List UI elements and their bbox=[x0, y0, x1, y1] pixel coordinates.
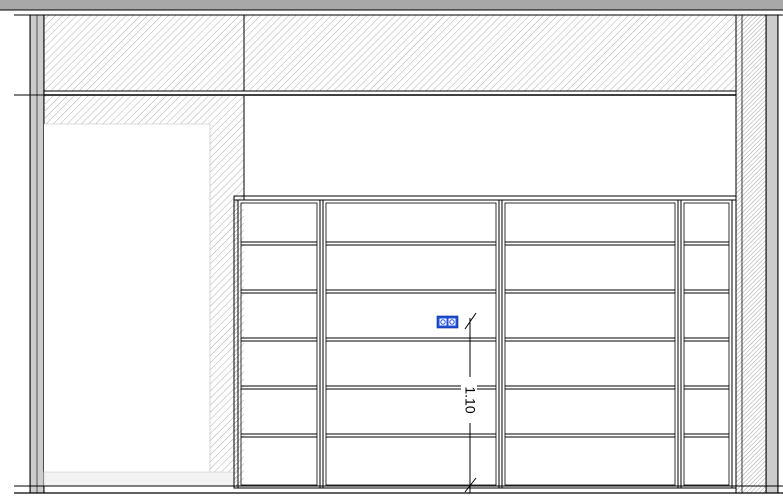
door-opening bbox=[44, 96, 245, 486]
shelf-board bbox=[684, 241, 729, 246]
shelf-column bbox=[680, 199, 733, 489]
left-wall-column bbox=[14, 14, 45, 494]
shelf-column bbox=[237, 199, 321, 489]
elevation-drawing: 1.10 bbox=[0, 0, 783, 494]
shelf-board bbox=[241, 241, 317, 246]
shelf-board bbox=[505, 433, 675, 438]
floor-line bbox=[14, 471, 783, 494]
dimension-handle-icon[interactable] bbox=[436, 315, 459, 329]
shelf-board bbox=[241, 433, 317, 438]
shelf-board bbox=[241, 337, 317, 342]
shelf-board bbox=[241, 289, 317, 294]
shelf-board bbox=[505, 241, 675, 246]
header-soffit bbox=[14, 14, 737, 96]
shelf-column bbox=[322, 199, 500, 489]
shelf-column bbox=[501, 199, 679, 489]
shelf-board bbox=[684, 433, 729, 438]
shelving-unit bbox=[233, 195, 737, 489]
shelf-board bbox=[505, 289, 675, 294]
shelf-board bbox=[505, 337, 675, 342]
shelf-board bbox=[326, 289, 496, 294]
top-frame-band bbox=[0, 0, 783, 10]
shelf-side-panel bbox=[233, 199, 239, 489]
shelf-board bbox=[684, 289, 729, 294]
shelf-board bbox=[505, 385, 675, 390]
shelf-board bbox=[326, 241, 496, 246]
shelf-board bbox=[241, 385, 317, 390]
shelf-board bbox=[684, 337, 729, 342]
dimension-value: 1.10 bbox=[462, 386, 478, 413]
right-wall-column bbox=[735, 14, 783, 494]
dimension-line: 1.10 bbox=[461, 312, 478, 493]
shelf-board bbox=[684, 385, 729, 390]
